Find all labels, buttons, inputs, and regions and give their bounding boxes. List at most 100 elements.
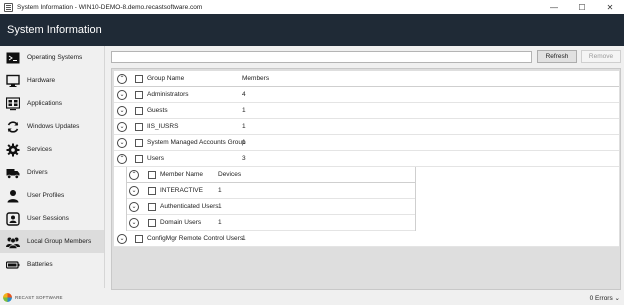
row-checkbox[interactable] <box>135 107 143 115</box>
member-count: 1 <box>242 107 246 114</box>
member-count: 3 <box>242 155 246 162</box>
sidebar-item-operating-systems[interactable]: Operating Systems <box>0 46 104 69</box>
collapse-all-icon[interactable]: ⌃ <box>129 170 139 180</box>
table-row[interactable]: ⌄ ConfigMgr Remote Control Users 1 <box>114 231 619 247</box>
group-name: System Managed Accounts Group <box>147 139 246 146</box>
battery-icon <box>6 260 20 269</box>
group-name: Guests <box>147 107 168 114</box>
logo-mark-icon <box>3 293 12 302</box>
group-name: Users <box>147 155 164 162</box>
maximize-button[interactable]: ☐ <box>568 0 596 14</box>
status-bar: RECAST SOFTWARE 0 Errors ⌄ <box>0 290 624 305</box>
select-all-checkbox[interactable] <box>148 171 156 179</box>
select-all-checkbox[interactable] <box>135 75 143 83</box>
refresh-icon <box>7 120 19 133</box>
row-checkbox[interactable] <box>148 203 156 211</box>
table-row-expanded[interactable]: ⌃ Users 3 <box>114 151 619 167</box>
group-name: IIS_IUSRS <box>147 123 179 130</box>
sidebar-item-label: User Profiles <box>27 192 65 199</box>
expand-icon[interactable]: ⌄ <box>117 122 127 132</box>
expand-icon[interactable]: ⌄ <box>117 234 127 244</box>
expand-icon[interactable]: ⌄ <box>129 218 139 228</box>
sidebar-item-batteries[interactable]: Batteries <box>0 253 104 276</box>
sidebar-item-label: Windows Updates <box>27 123 80 130</box>
sidebar-item-label: Applications <box>27 100 63 107</box>
users-icon <box>6 237 20 249</box>
sidebar-item-label: Services <box>27 146 52 153</box>
sidebar-item-label: Local Group Members <box>27 238 92 245</box>
row-checkbox[interactable] <box>148 219 156 227</box>
column-header-devices[interactable]: Devices <box>218 171 241 178</box>
subgrid-header: ⌃ Member Name Devices <box>127 167 415 183</box>
row-checkbox[interactable] <box>135 91 143 99</box>
sidebar-item-label: Operating Systems <box>27 54 83 61</box>
member-subgrid: ⌃ Member Name Devices ⌄ INTERACTIVE 1 ⌄ … <box>126 167 416 231</box>
close-button[interactable]: ✕ <box>596 0 624 14</box>
member-name: INTERACTIVE <box>160 187 203 194</box>
sidebar-item-label: Drivers <box>27 169 48 176</box>
window-title: System Information - WIN10-DEMO-8.demo.r… <box>17 3 203 11</box>
column-header-member-name[interactable]: Member Name <box>160 171 203 178</box>
recast-logo: RECAST SOFTWARE <box>3 293 63 302</box>
search-input[interactable] <box>111 51 532 63</box>
table-row[interactable]: ⌄ Guests 1 <box>114 103 619 119</box>
table-row[interactable]: ⌄ Administrators 4 <box>114 87 619 103</box>
expand-icon[interactable]: ⌄ <box>117 106 127 116</box>
sidebar-item-label: Batteries <box>27 261 53 268</box>
sidebar-item-local-group-members[interactable]: Local Group Members <box>0 230 104 253</box>
applications-icon <box>6 96 20 110</box>
window-controls: — ☐ ✕ <box>540 0 624 14</box>
errors-indicator[interactable]: 0 Errors ⌄ <box>590 294 620 302</box>
app-header: System Information <box>0 14 624 46</box>
expand-icon[interactable]: ⌄ <box>129 202 139 212</box>
user-session-icon <box>6 211 20 226</box>
errors-count: 0 Errors <box>589 295 613 302</box>
expand-icon[interactable]: ⌄ <box>117 90 127 100</box>
terminal-icon <box>6 52 20 63</box>
table-row[interactable]: ⌄ IIS_IUSRS 1 <box>114 119 619 135</box>
group-members-panel: ⌃ Group Name Members ⌄ Administrators 4 … <box>111 68 621 290</box>
collapse-all-icon[interactable]: ⌃ <box>117 74 127 84</box>
sidebar-item-drivers[interactable]: Drivers <box>0 161 104 184</box>
remove-button[interactable]: Remove <box>581 50 621 63</box>
sidebar-item-label: User Sessions <box>27 215 69 222</box>
column-header-group-name[interactable]: Group Name <box>147 75 184 82</box>
monitor-icon <box>6 74 20 87</box>
gear-icon <box>6 143 20 156</box>
refresh-button[interactable]: Refresh <box>537 50 577 63</box>
table-row[interactable]: ⌄ Authenticated Users 1 <box>127 199 415 215</box>
table-row[interactable]: ⌄ System Managed Accounts Group 1 <box>114 135 619 151</box>
member-name: Domain Users <box>160 219 202 226</box>
sidebar-item-windows-updates[interactable]: Windows Updates <box>0 115 104 138</box>
row-checkbox[interactable] <box>135 235 143 243</box>
row-checkbox[interactable] <box>135 123 143 131</box>
minimize-button[interactable]: — <box>540 0 568 14</box>
expand-icon[interactable]: ⌄ <box>117 138 127 148</box>
expand-icon[interactable]: ⌄ <box>129 186 139 196</box>
sidebar-item-user-sessions[interactable]: User Sessions <box>0 207 104 230</box>
row-checkbox[interactable] <box>148 187 156 195</box>
sidebar-item-user-profiles[interactable]: User Profiles <box>0 184 104 207</box>
page-title: System Information <box>7 24 102 36</box>
app-icon <box>4 2 13 12</box>
member-count: 1 <box>242 235 246 242</box>
grid-header: ⌃ Group Name Members <box>114 71 619 87</box>
logo-text: RECAST SOFTWARE <box>15 295 63 300</box>
sidebar-item-services[interactable]: Services <box>0 138 104 161</box>
user-icon <box>7 189 19 202</box>
table-row[interactable]: ⌄ Domain Users 1 <box>127 215 415 231</box>
group-name: Administrators <box>147 91 189 98</box>
column-header-members[interactable]: Members <box>242 75 269 82</box>
sidebar: Operating Systems Hardware Applications … <box>0 46 105 288</box>
table-row[interactable]: ⌄ INTERACTIVE 1 <box>127 183 415 199</box>
collapse-icon[interactable]: ⌃ <box>117 154 127 164</box>
member-name: Authenticated Users <box>160 203 219 210</box>
device-count: 1 <box>218 187 222 194</box>
truck-icon <box>6 168 20 179</box>
sidebar-item-applications[interactable]: Applications <box>0 92 104 115</box>
row-checkbox[interactable] <box>135 139 143 147</box>
member-count: 1 <box>242 123 246 130</box>
sidebar-item-hardware[interactable]: Hardware <box>0 69 104 92</box>
member-count: 1 <box>242 139 246 146</box>
row-checkbox[interactable] <box>135 155 143 163</box>
